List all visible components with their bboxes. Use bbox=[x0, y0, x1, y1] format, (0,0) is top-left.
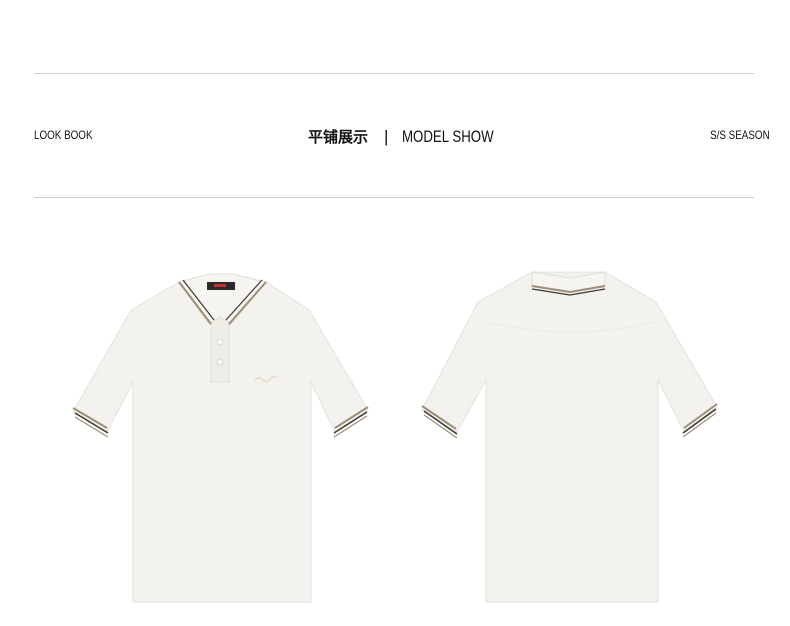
section-header: LOOK BOOK 平铺展示 | MODEL SHOW S/S SEASON bbox=[34, 120, 770, 154]
title-separator: | bbox=[384, 126, 389, 146]
polo-back-image bbox=[420, 262, 720, 607]
top-divider bbox=[34, 73, 754, 74]
polo-front-image bbox=[71, 262, 371, 607]
back-body bbox=[421, 271, 718, 603]
bottom-divider bbox=[34, 197, 754, 198]
title-cn: 平铺展示 bbox=[308, 128, 369, 146]
title-en: MODEL SHOW bbox=[402, 126, 495, 146]
look-book-label: LOOK BOOK bbox=[34, 128, 93, 142]
season-label: S/S SEASON bbox=[710, 128, 770, 142]
section-title: 平铺展示 | MODEL SHOW bbox=[308, 126, 520, 147]
